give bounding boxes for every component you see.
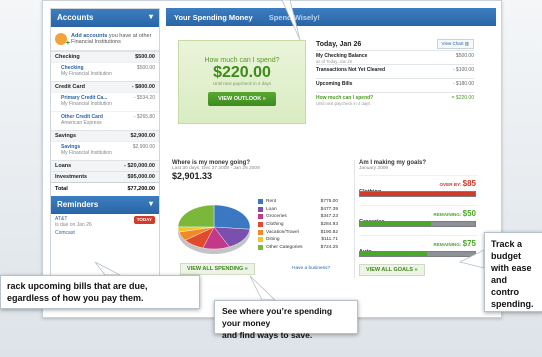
- callout-line: egardless of how you pay them.: [7, 293, 144, 303]
- callout-track-budget: Track a budget with ease and contro spen…: [484, 232, 542, 312]
- pointer-budget: [458, 249, 485, 269]
- pointer-spend: [249, 275, 276, 301]
- callout-line: See where you’re spending your money: [222, 306, 333, 328]
- callout-line: Track a: [491, 239, 523, 249]
- callout-line: and find ways to save.: [222, 330, 313, 340]
- callout-line: rack upcoming bills that are due,: [7, 281, 148, 291]
- callout-line: budget: [491, 251, 521, 261]
- pointer-top: [281, 0, 301, 41]
- callout-line: spending.: [491, 299, 534, 309]
- callout-see-spending: See where you’re spending your money and…: [214, 300, 358, 340]
- callout-line: with ease: [491, 263, 532, 273]
- pointer-track: [94, 261, 121, 276]
- callout-line: and contro: [491, 275, 519, 297]
- callout-track-bills: rack upcoming bills that are due, egardl…: [0, 275, 200, 309]
